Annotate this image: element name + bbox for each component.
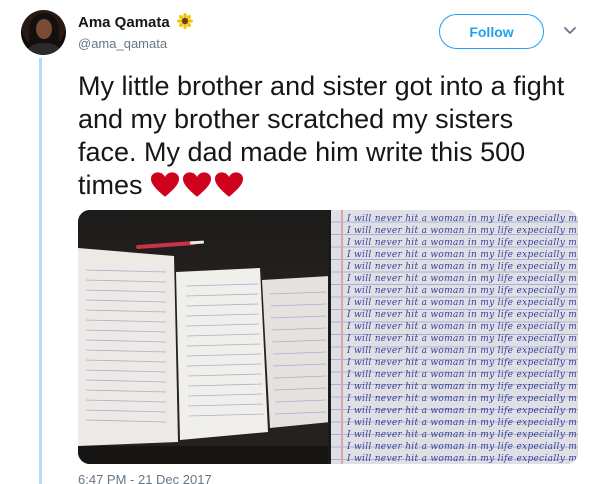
tweet-text: My little brother and sister got into a … <box>78 70 578 206</box>
handwritten-line: I will never hit a woman in my life expe… <box>347 262 577 272</box>
handwritten-line: I will never hit a woman in my life expe… <box>347 430 577 440</box>
heart-icon <box>182 172 212 197</box>
photo-papers-on-table[interactable] <box>78 210 330 464</box>
sunflower-icon <box>176 13 193 29</box>
heart-icon <box>150 172 180 197</box>
follow-button[interactable]: Follow <box>439 14 544 49</box>
handwritten-line: I will never hit a woman in my life expe… <box>347 370 577 380</box>
tweet-card: Ama Qamata @ama_qamata Follow My little … <box>0 0 595 484</box>
handwritten-line: I will never hit a woman in my life expe… <box>347 346 577 356</box>
handwritten-line: I will never hit a woman in my life expe… <box>347 226 577 236</box>
handwritten-line: I will never hit a woman in my life expe… <box>347 382 577 392</box>
chevron-down-icon[interactable] <box>563 26 577 36</box>
handwritten-line: I will never hit a woman in my life expe… <box>347 310 577 320</box>
avatar-shoulders <box>27 43 61 55</box>
handwritten-line: I will never hit a woman in my life expe… <box>347 298 577 308</box>
user-name[interactable]: Ama Qamata <box>78 13 193 31</box>
handwritten-line: I will never hit a woman in my life expe… <box>347 286 577 296</box>
handwritten-line: I will never hit a woman in my life expe… <box>347 214 577 224</box>
heart-icon <box>214 172 244 197</box>
user-handle[interactable]: @ama_qamata <box>78 36 167 51</box>
tweet-media[interactable]: I will never hit a woman in my life expe… <box>78 210 578 464</box>
avatar[interactable] <box>21 10 66 55</box>
heart-emojis <box>150 171 246 206</box>
handwritten-line: I will never hit a woman in my life expe… <box>347 406 577 416</box>
papers-illustration <box>78 240 330 464</box>
handwritten-line: I will never hit a woman in my life expe… <box>347 250 577 260</box>
page-margin-line <box>341 210 343 464</box>
handwritten-line: I will never hit a woman in my life expe… <box>347 322 577 332</box>
thread-line <box>39 58 42 484</box>
handwritten-line: I will never hit a woman in my life expe… <box>347 442 577 452</box>
handwritten-line: I will never hit a woman in my life expe… <box>347 358 577 368</box>
handwritten-line: I will never hit a woman in my life expe… <box>347 334 577 344</box>
tweet-timestamp[interactable]: 6:47 PM - 21 Dec 2017 <box>78 472 212 484</box>
photo-handwritten-page[interactable]: I will never hit a woman in my life expe… <box>331 210 578 464</box>
handwritten-lines: I will never hit a woman in my life expe… <box>347 213 577 464</box>
handwritten-line: I will never hit a woman in my life expe… <box>347 418 577 428</box>
handwritten-line: I will never hit a woman in my life expe… <box>347 274 577 284</box>
user-name-text[interactable]: Ama Qamata <box>78 14 170 31</box>
avatar-face <box>36 19 52 39</box>
handwritten-line: I will never hit a woman in my life expe… <box>347 454 577 464</box>
handwritten-line: I will never hit a woman in my life expe… <box>347 394 577 404</box>
handwritten-line: I will never hit a woman in my life expe… <box>347 238 577 248</box>
